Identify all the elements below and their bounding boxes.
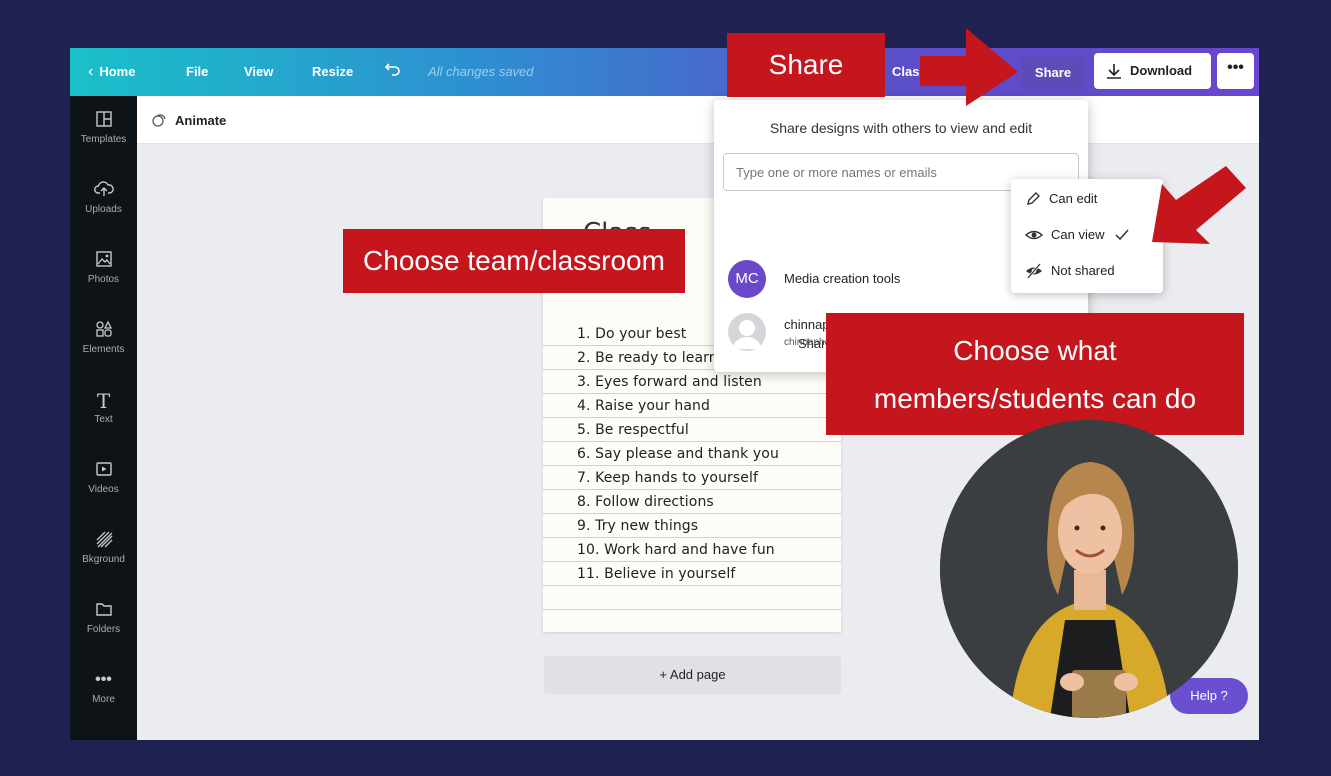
checkmark-icon xyxy=(1115,229,1129,241)
elements-icon xyxy=(70,320,137,342)
list-item: 6. Say please and thank you xyxy=(577,446,779,462)
home-button[interactable]: ‹ Home xyxy=(88,64,135,80)
menu-item-can-edit[interactable]: Can edit xyxy=(1025,191,1097,207)
animate-button[interactable]: Animate xyxy=(151,112,226,128)
arrow-right-icon xyxy=(920,28,1018,106)
top-bar: ‹ Home File View Resize All changes saved… xyxy=(70,48,1259,96)
share-heading: Share designs with others to view and ed… xyxy=(769,120,1033,136)
sidebar: Templates Uploads Photos Elements T Text… xyxy=(70,96,137,740)
person-icon xyxy=(733,320,761,349)
background-icon xyxy=(70,530,137,552)
eye-icon xyxy=(1024,230,1044,240)
list-item: 5. Be respectful xyxy=(577,422,689,438)
callout-share: Share xyxy=(727,33,885,97)
chevron-left-icon: ‹ xyxy=(88,63,94,80)
user-avatar xyxy=(728,313,766,351)
sidebar-item-elements[interactable]: Elements xyxy=(70,320,137,355)
team-avatar: MC xyxy=(728,260,766,298)
menu-item-can-view[interactable]: Can view xyxy=(1024,227,1130,243)
sidebar-item-folders[interactable]: Folders xyxy=(70,600,137,635)
folder-icon xyxy=(70,600,137,622)
list-item: 4. Raise your hand xyxy=(577,398,710,414)
list-item: 8. Follow directions xyxy=(577,494,714,510)
save-status: All changes saved xyxy=(428,64,534,79)
sidebar-item-more[interactable]: ••• More xyxy=(70,670,137,705)
templates-icon xyxy=(70,110,137,132)
list-item: 3. Eyes forward and listen xyxy=(577,374,762,390)
download-button[interactable]: Download xyxy=(1094,53,1211,89)
text-icon: T xyxy=(96,389,111,413)
undo-icon[interactable] xyxy=(384,61,402,83)
add-page-button[interactable]: + Add page xyxy=(544,656,841,694)
sidebar-item-background[interactable]: Bkground xyxy=(70,530,137,565)
videos-icon xyxy=(70,460,137,482)
menu-item-not-shared[interactable]: Not shared xyxy=(1025,263,1115,279)
sidebar-item-templates[interactable]: Templates xyxy=(70,110,137,145)
arrow-down-left-icon xyxy=(1152,166,1246,244)
animate-icon xyxy=(152,114,166,127)
download-icon xyxy=(1107,64,1121,79)
eye-slash-icon xyxy=(1026,263,1042,279)
sidebar-item-uploads[interactable]: Uploads xyxy=(70,180,137,215)
more-options-button[interactable]: ••• xyxy=(1217,53,1254,89)
sidebar-item-videos[interactable]: Videos xyxy=(70,460,137,495)
list-item: 11. Believe in yourself xyxy=(577,566,736,582)
photos-icon xyxy=(70,250,137,272)
permission-menu: Can edit Can view Not shared xyxy=(1011,179,1163,293)
resize-menu[interactable]: Resize xyxy=(312,64,353,80)
pencil-icon xyxy=(1027,192,1040,205)
callout-permissions-line1: Choose what xyxy=(953,335,1117,366)
member-name: Media creation tools xyxy=(784,271,901,286)
list-item: 10. Work hard and have fun xyxy=(577,542,775,558)
context-toolbar: Animate xyxy=(137,96,1259,144)
share-button[interactable]: Share xyxy=(1021,57,1085,89)
callout-permissions-line2: members/students can do xyxy=(873,383,1197,414)
list-item: 9. Try new things xyxy=(577,518,699,534)
sidebar-item-photos[interactable]: Photos xyxy=(70,250,137,285)
teacher-photo xyxy=(940,420,1238,718)
sidebar-item-text[interactable]: T Text xyxy=(70,390,137,425)
file-menu[interactable]: File xyxy=(186,64,208,80)
more-icon: ••• xyxy=(95,671,112,688)
uploads-icon xyxy=(70,180,137,202)
list-item: 7. Keep hands to yourself xyxy=(577,470,759,486)
callout-team: Choose team/classroom xyxy=(343,229,685,293)
teacher-illustration xyxy=(940,420,1238,718)
view-menu[interactable]: View xyxy=(244,64,273,80)
callout-permissions: Choose what members/students can do xyxy=(826,313,1244,435)
